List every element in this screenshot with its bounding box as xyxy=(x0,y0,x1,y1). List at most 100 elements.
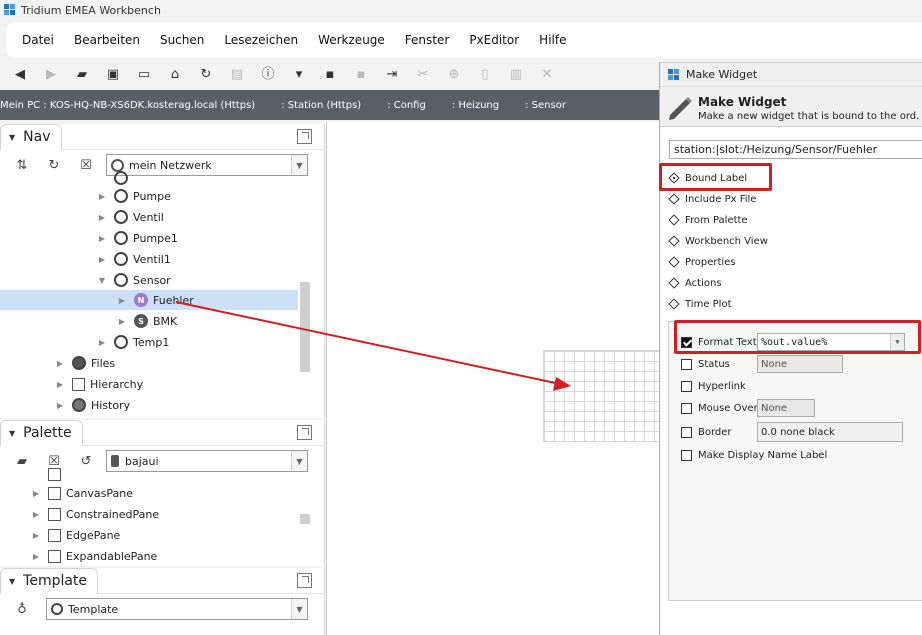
expand-icon[interactable]: ▶ xyxy=(96,338,108,347)
save-icon[interactable]: ▪ xyxy=(322,66,338,82)
maximize-icon[interactable] xyxy=(297,425,312,440)
chevron-down-icon[interactable]: ▼ xyxy=(291,451,307,471)
palette-scrollbar[interactable] xyxy=(300,476,310,566)
network-select[interactable]: mein Netzwerk ▼ xyxy=(106,154,308,176)
mouse-over-option[interactable]: Mouse Over xyxy=(681,399,758,417)
menu-pxeditor[interactable]: PxEditor xyxy=(469,33,519,47)
expand-icon[interactable]: ▶ xyxy=(96,213,108,222)
nav-scrollbar-thumb[interactable] xyxy=(300,282,310,372)
open-folder-icon[interactable]: ▰ xyxy=(14,453,30,469)
breadcrumb-sensor[interactable]: : Sensor xyxy=(525,100,566,111)
forward-icon[interactable]: ▶ xyxy=(43,66,59,82)
paste-icon[interactable]: ▯ xyxy=(477,66,493,82)
radio-icon[interactable] xyxy=(668,193,680,205)
breadcrumb-config[interactable]: : Config xyxy=(387,100,426,111)
expand-icon[interactable]: ▶ xyxy=(54,380,66,389)
save-all-icon[interactable]: ▪ xyxy=(353,66,369,82)
export-icon[interactable]: ⇥ xyxy=(384,66,400,82)
collapse-caret-icon[interactable]: ▼ xyxy=(9,133,15,142)
tab-template[interactable]: ▼ Template xyxy=(0,568,99,594)
cut-icon[interactable]: ✂ xyxy=(415,66,431,82)
radio-icon[interactable] xyxy=(668,256,680,268)
back-icon[interactable]: ◀ xyxy=(12,66,28,82)
breadcrumb-mein-pc[interactable]: Mein PC : KOS-HQ-NB-XS6DK.kosterag.local… xyxy=(0,100,255,111)
ord-field[interactable]: station:|slot:/Heizung/Sensor/Fuehler xyxy=(669,140,922,159)
checkbox-icon[interactable] xyxy=(681,358,692,370)
menu-datei[interactable]: Datei xyxy=(22,33,54,47)
breadcrumb-station[interactable]: : Station (Https) xyxy=(281,100,361,111)
hyperlink-option[interactable]: Hyperlink xyxy=(681,377,746,395)
radio-icon[interactable] xyxy=(668,235,680,247)
tree-item-hierarchy[interactable]: ▶ Hierarchy xyxy=(54,374,143,394)
collapse-icon[interactable]: ▼ xyxy=(96,276,108,285)
side-bar-icon[interactable]: ▣ xyxy=(105,66,121,82)
menu-hilfe[interactable]: Hilfe xyxy=(539,33,566,47)
tree-item-temp1[interactable]: ▶ Temp1 xyxy=(96,332,169,352)
menu-suchen[interactable]: Suchen xyxy=(160,33,204,47)
checkbox-icon[interactable] xyxy=(681,402,692,414)
refresh-palette-icon[interactable]: ↺ xyxy=(78,453,94,469)
nav-scrollbar[interactable] xyxy=(300,180,310,412)
console-icon[interactable]: ▭ xyxy=(136,66,152,82)
expand-icon[interactable]: ▶ xyxy=(30,552,42,561)
checkbox-icon[interactable] xyxy=(681,426,692,438)
expand-icon[interactable]: ▶ xyxy=(54,401,66,410)
breadcrumb-heizung[interactable]: : Heizung xyxy=(452,100,499,111)
option-workbench-view[interactable]: Workbench View xyxy=(668,232,768,250)
tree-item-history[interactable]: ▶ History xyxy=(54,395,130,415)
border-field[interactable]: 0.0 none black xyxy=(757,422,903,442)
palette-scrollbar-thumb[interactable] xyxy=(300,514,310,524)
option-include-px-file[interactable]: Include Px File xyxy=(668,190,756,208)
option-actions[interactable]: Actions xyxy=(668,274,722,292)
tab-palette[interactable]: ▼ Palette xyxy=(0,420,83,446)
open-folder-icon[interactable]: ▾ xyxy=(291,66,307,82)
palette-module-select[interactable]: bajaui ▼ xyxy=(106,450,308,472)
expand-icon[interactable]: ▶ xyxy=(54,359,66,368)
option-time-plot[interactable]: Time Plot xyxy=(668,295,732,313)
sync-icon[interactable]: ⇅ xyxy=(14,157,30,173)
chevron-down-icon[interactable]: ▼ xyxy=(291,155,307,175)
delete-icon[interactable]: ✕ xyxy=(539,66,555,82)
collapse-caret-icon[interactable]: ▼ xyxy=(9,429,15,438)
status-option[interactable]: Status xyxy=(681,355,730,373)
expand-icon[interactable]: ▶ xyxy=(30,510,42,519)
menu-bearbeiten[interactable]: Bearbeiten xyxy=(74,33,140,47)
option-from-palette[interactable]: From Palette xyxy=(668,211,748,229)
menu-werkzeuge[interactable]: Werkzeuge xyxy=(318,33,385,47)
expand-icon[interactable]: ▶ xyxy=(96,255,108,264)
tree-item-ventil1[interactable]: ▶ Ventil1 xyxy=(96,249,171,269)
radio-icon[interactable] xyxy=(668,214,680,226)
duplicate-icon[interactable]: ▥ xyxy=(508,66,524,82)
expand-icon[interactable]: ▶ xyxy=(96,234,108,243)
palette-item-expandablepane[interactable]: ▶ ExpandablePane xyxy=(30,546,157,566)
menu-lesezeichen[interactable]: Lesezeichen xyxy=(224,33,298,47)
tree-item-pumpe1[interactable]: ▶ Pumpe1 xyxy=(96,228,178,248)
refresh-icon[interactable]: ↻ xyxy=(46,157,62,173)
radio-icon[interactable] xyxy=(668,277,680,289)
palette-item-edgepane[interactable]: ▶ EdgePane xyxy=(30,525,120,545)
display-name-label-option[interactable]: Make Display Name Label xyxy=(681,446,827,464)
expand-icon[interactable]: ▶ xyxy=(116,317,128,326)
info-icon[interactable]: ⓘ xyxy=(260,66,276,82)
template-select[interactable]: Template ▼ xyxy=(46,598,308,620)
tree-item-fuehler[interactable]: ▶ N Fuehler xyxy=(116,290,194,310)
refresh-icon[interactable]: ↻ xyxy=(198,66,214,82)
doc-icon[interactable]: ▤ xyxy=(229,66,245,82)
border-option[interactable]: Border xyxy=(681,423,732,441)
menu-fenster[interactable]: Fenster xyxy=(405,33,450,47)
palette-item-canvaspane[interactable]: ▶ CanvasPane xyxy=(30,483,133,503)
radio-icon[interactable] xyxy=(668,298,680,310)
up-folder-icon[interactable]: ▰ xyxy=(74,66,90,82)
chevron-down-icon[interactable]: ▼ xyxy=(291,599,307,619)
widget-grid[interactable] xyxy=(543,350,660,442)
tab-nav[interactable]: ▼ Nav xyxy=(0,124,62,150)
expand-icon[interactable]: ▶ xyxy=(96,192,108,201)
tree-item-files[interactable]: ▶ Files xyxy=(54,353,115,373)
copy-icon[interactable]: ⊕ xyxy=(446,66,462,82)
tree-item-bmk[interactable]: ▶ S BMK xyxy=(116,311,177,331)
expand-icon[interactable]: ▶ xyxy=(30,489,42,498)
template-icon[interactable]: ♁ xyxy=(14,601,30,617)
maximize-icon[interactable] xyxy=(297,129,312,144)
palette-item-constrainedpane[interactable]: ▶ ConstrainedPane xyxy=(30,504,159,524)
home-icon[interactable]: ⌂ xyxy=(167,66,183,82)
